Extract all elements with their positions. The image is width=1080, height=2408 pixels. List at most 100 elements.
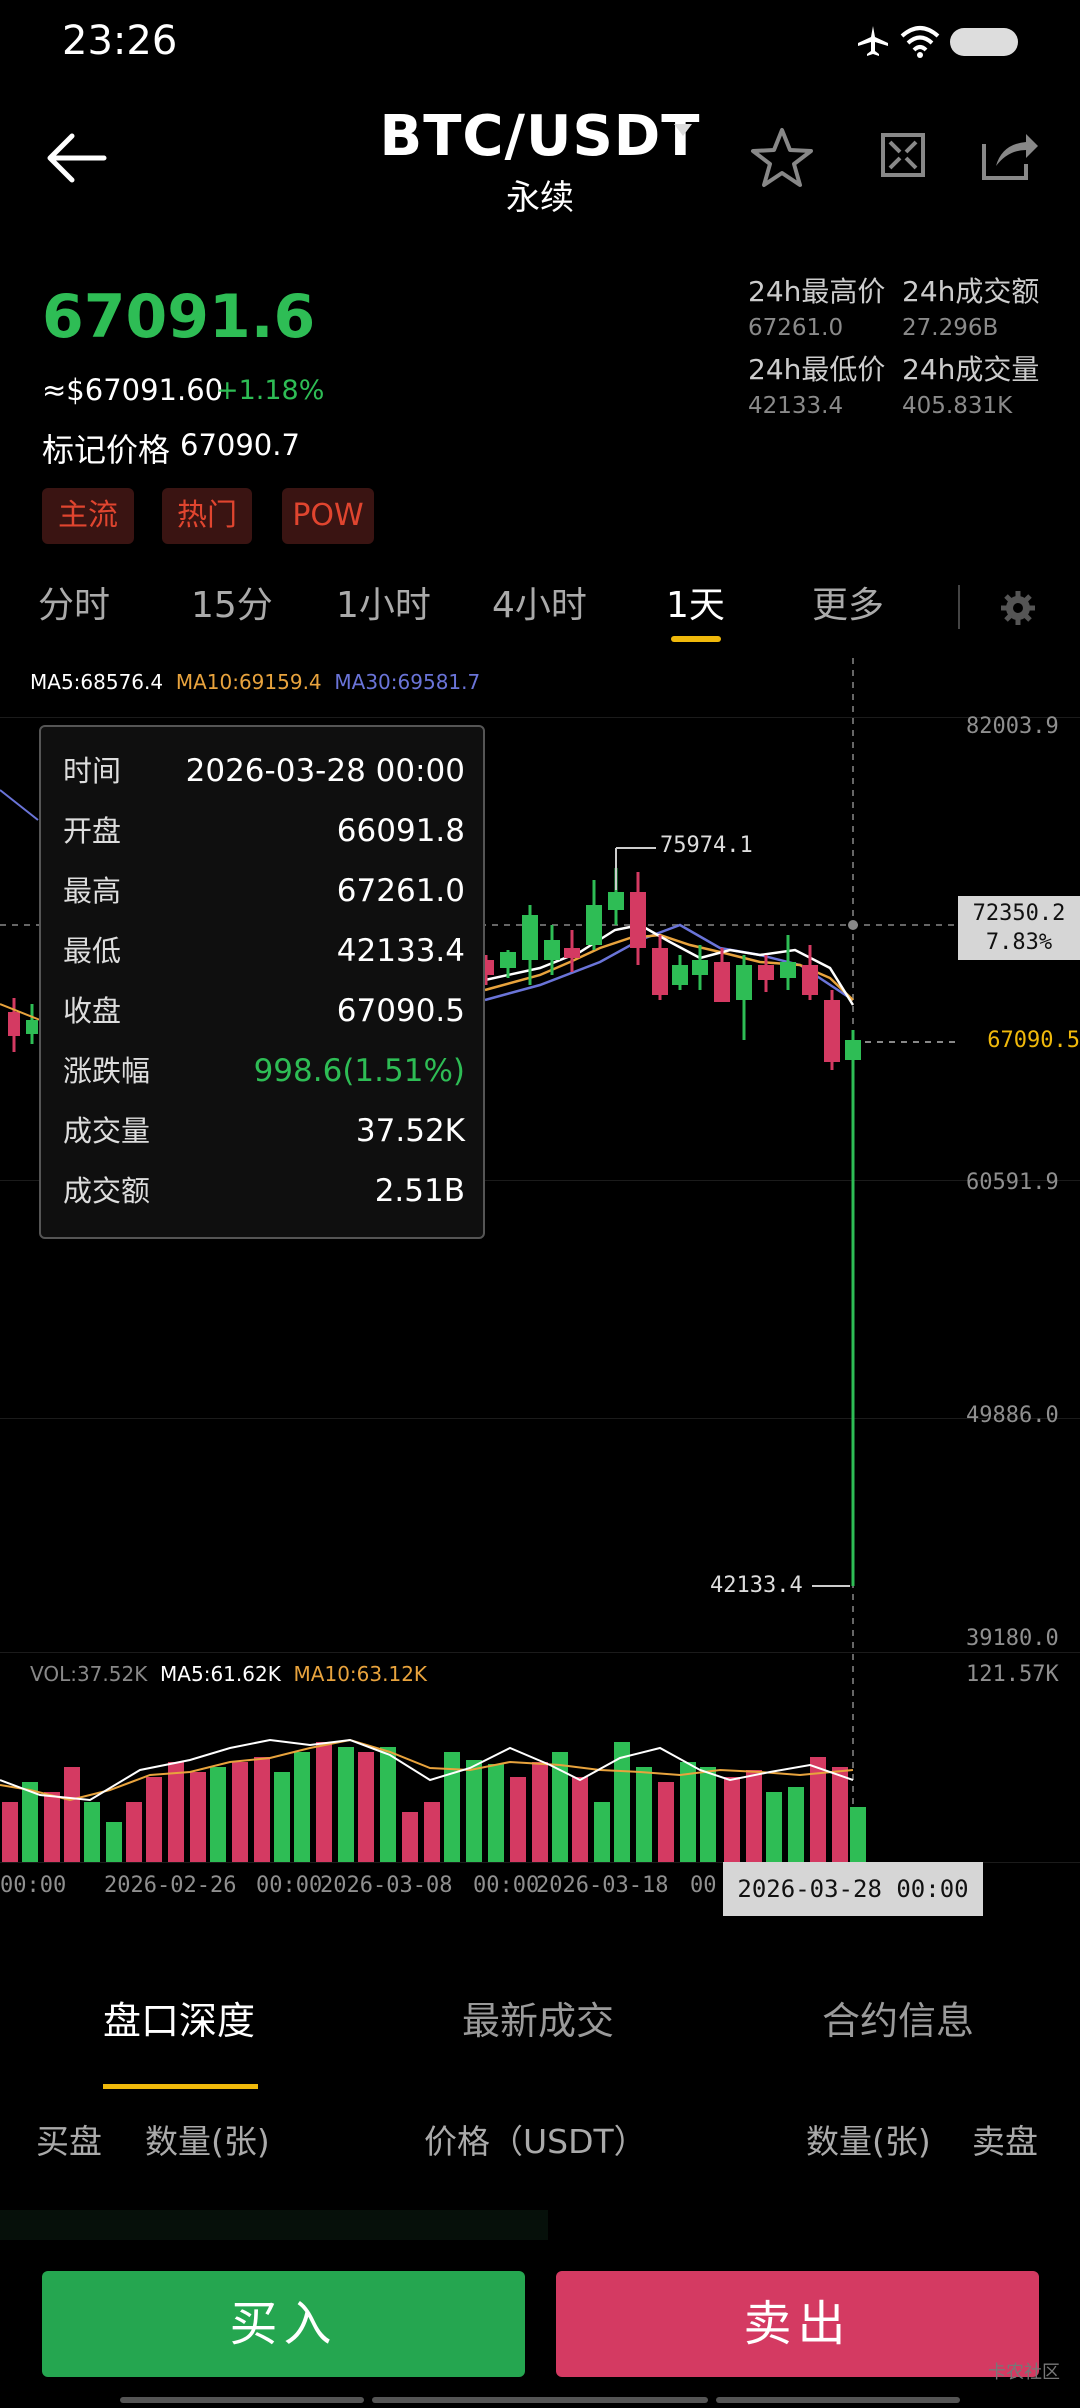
volume-bar [680, 1762, 696, 1862]
vol-label: VOL:37.52K [30, 1662, 148, 1686]
volume-bar [44, 1792, 60, 1862]
volume-bar [488, 1764, 504, 1862]
volume-bar [294, 1752, 310, 1862]
candle-body [845, 1040, 861, 1060]
crosshair-dot [848, 920, 858, 930]
volume-bar [146, 1777, 162, 1862]
x-axis-label: 2026-03-18 [536, 1873, 669, 1898]
watermark: 卡农社区 [988, 2362, 1060, 2383]
tooltip-key: 成交额 [63, 1174, 151, 1208]
volume-bar [232, 1762, 248, 1862]
x-axis-label: 00 [690, 1873, 717, 1898]
volume-bar [64, 1767, 80, 1862]
crosshair-pct: 7.83% [985, 930, 1053, 955]
price-header: 价格（USDT） [424, 2122, 647, 2161]
volume-bar [274, 1772, 290, 1862]
volume-bar [424, 1802, 440, 1862]
tooltip-value: 67261.0 [336, 873, 465, 909]
tooltip-row-open: 开盘 66091.8 [41, 801, 487, 861]
volume-bar [466, 1760, 482, 1862]
candle-body [564, 948, 580, 958]
current-price-label: 67090.5 [958, 1028, 1080, 1054]
tooltip-row-change: 涨跌幅 998.6(1.51%) [41, 1041, 487, 1101]
volume-bar [316, 1742, 332, 1862]
candle-tooltip: 时间 2026-03-28 00:00 开盘 66091.8 最高 67261.… [39, 725, 485, 1239]
candle-body [780, 962, 796, 978]
tooltip-value: 67090.5 [336, 993, 465, 1029]
tooltip-key: 开盘 [63, 814, 122, 848]
volume-bar [746, 1770, 762, 1862]
candle-body [608, 892, 624, 910]
volume-bar [126, 1802, 142, 1862]
tooltip-row-time: 时间 2026-03-28 00:00 [41, 741, 487, 801]
candle-body [652, 948, 668, 995]
candle-body [692, 960, 708, 975]
tooltip-row-high: 最高 67261.0 [41, 861, 487, 921]
crosshair-date-box: 2026-03-28 00:00 [723, 1862, 983, 1916]
tooltip-value: 2026-03-28 00:00 [185, 753, 465, 789]
tooltip-row-close: 收盘 67090.5 [41, 981, 487, 1041]
buy-side-header: 买盘 [36, 2122, 102, 2161]
depth-bar [0, 2210, 548, 2240]
tab-order-depth[interactable]: 盘口深度 [103, 1990, 255, 2045]
volume-bar [724, 1777, 740, 1862]
candle-body [500, 952, 516, 968]
home-indicator [372, 2397, 708, 2403]
tooltip-key: 涨跌幅 [63, 1054, 151, 1088]
volume-bar [552, 1752, 568, 1862]
candle-body [630, 892, 646, 948]
tooltip-row-volume: 成交量 37.52K [41, 1101, 487, 1161]
volume-bar [850, 1807, 866, 1862]
crosshair-price-box: 72350.2 7.83% [958, 896, 1080, 960]
volume-legend: VOL:37.52K MA5:61.62K MA10:63.12K [30, 1662, 427, 1686]
volume-bar [832, 1767, 848, 1862]
volume-bar [766, 1792, 782, 1862]
tooltip-value: 2.51B [374, 1173, 465, 1209]
candle-body [824, 1000, 840, 1062]
vol-ma5-label: MA5:61.62K [160, 1662, 281, 1686]
x-axis-label: 00:00 [0, 1873, 67, 1898]
home-indicator [120, 2397, 364, 2403]
volume-bar [594, 1802, 610, 1862]
candle-body [522, 915, 538, 960]
vol-ma10-label: MA10:63.12K [293, 1662, 428, 1686]
volume-bar [2, 1802, 18, 1862]
tooltip-key: 时间 [63, 754, 122, 788]
volume-bar [788, 1787, 804, 1862]
buy-button[interactable]: 买入 [42, 2271, 525, 2377]
crosshair-price: 72350.2 [972, 901, 1066, 926]
tooltip-row-turnover: 成交额 2.51B [41, 1161, 487, 1221]
candle-body [736, 965, 752, 1000]
candle-body [672, 965, 688, 985]
tab-latest-trades[interactable]: 最新成交 [462, 1990, 614, 2045]
tooltip-value: 37.52K [355, 1113, 465, 1149]
volume-bars [2, 1742, 866, 1862]
tab-contract-info[interactable]: 合约信息 [822, 1990, 974, 2045]
x-axis-label: 2026-02-26 [104, 1873, 237, 1898]
volume-bar [658, 1782, 674, 1862]
volume-bar [106, 1822, 122, 1862]
tooltip-value: 998.6(1.51%) [253, 1053, 465, 1089]
volume-bar [358, 1752, 374, 1862]
home-indicator [716, 2397, 960, 2403]
buy-qty-header: 数量(张) [145, 2122, 270, 2161]
volume-bar [402, 1812, 418, 1862]
volume-bar [636, 1767, 652, 1862]
volume-bar [338, 1747, 354, 1862]
volume-bar [510, 1777, 526, 1862]
candle-body [802, 965, 818, 995]
active-bottom-tab-indicator [103, 2084, 258, 2089]
sell-qty-header: 数量(张) [806, 2122, 931, 2161]
tooltip-row-low: 最低 42133.4 [41, 921, 487, 981]
tooltip-value: 42133.4 [336, 933, 465, 969]
x-axis-label: 00:00 [473, 1873, 540, 1898]
candle-body [8, 1012, 20, 1036]
volume-bar [190, 1772, 206, 1862]
candle-body [714, 962, 730, 1002]
tooltip-value: 66091.8 [336, 813, 465, 849]
volume-bar [168, 1762, 184, 1862]
volume-bar [254, 1757, 270, 1862]
sell-button[interactable]: 卖出 [556, 2271, 1039, 2377]
high-annotation: 75974.1 [660, 833, 753, 858]
tooltip-key: 最低 [63, 934, 122, 968]
